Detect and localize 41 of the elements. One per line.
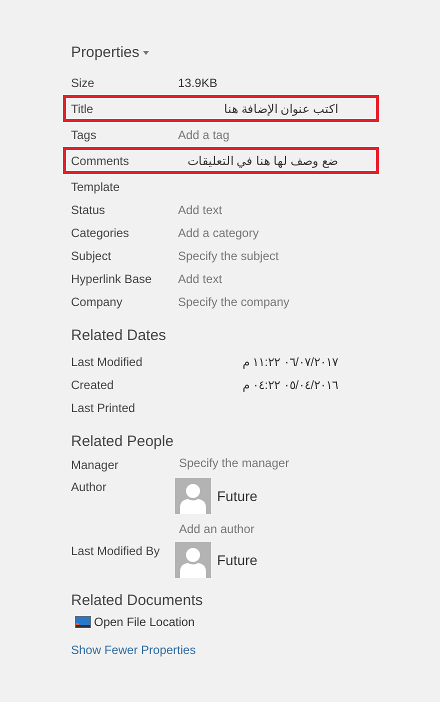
date-value: ٠٦/٠٧/٢٠١٧ ١١:٢٢ م [241, 354, 338, 368]
person-name[interactable]: Future [217, 552, 258, 568]
people-label: Last Modified By [71, 543, 161, 558]
section-title: Related Dates [71, 327, 168, 344]
property-value[interactable]: Specify the subject [178, 248, 338, 262]
avatar-icon [175, 478, 211, 514]
property-value[interactable]: Add a category [178, 226, 338, 240]
property-value[interactable]: Specify the company [178, 294, 338, 308]
property-value[interactable]: Add text [178, 202, 338, 216]
property-label: Company [71, 294, 124, 308]
date-label: Created [71, 378, 115, 392]
property-label: Status [71, 202, 106, 216]
property-label: Subject [71, 248, 112, 262]
open-file-location-link[interactable]: Open File Location [75, 615, 371, 629]
add-author-link[interactable]: Add an author [175, 522, 258, 536]
avatar-icon [175, 542, 211, 578]
property-value[interactable]: اكتب عنوان الإضافة هنا [178, 102, 338, 116]
person-value[interactable]: Specify the manager [178, 456, 339, 470]
person-name[interactable]: Future [217, 488, 258, 504]
section-title: Related People [71, 433, 175, 450]
section-title: Related Documents [71, 592, 204, 609]
date-label: Last Printed [71, 400, 136, 414]
date-label: Last Modified [71, 354, 144, 368]
property-label: Categories [71, 226, 130, 240]
section-title[interactable]: Properties [71, 44, 140, 61]
folder-window-icon [75, 616, 91, 628]
people-label: Manager [71, 457, 120, 472]
people-label: Author [71, 479, 108, 494]
property-label: Size [71, 76, 96, 90]
property-value[interactable]: Add text [178, 272, 338, 286]
caret-icon[interactable] [143, 50, 150, 54]
property-value[interactable]: 13.9KB [178, 76, 338, 90]
property-label: Template [71, 180, 121, 194]
property-label: Title [71, 102, 94, 116]
property-value[interactable]: Add a tag [178, 128, 338, 142]
property-value[interactable]: ضع وصف لها هنا في التعليقات [178, 154, 338, 168]
date-value: ٠٥/٠٤/٢٠١٦ ٠٤:٢٢ م [241, 378, 338, 392]
property-label: Tags [71, 128, 98, 142]
show-fewer-properties-link[interactable]: Show Fewer Properties [71, 643, 196, 657]
property-label: Hyperlink Base [71, 272, 153, 286]
property-label: Comments [71, 154, 130, 168]
